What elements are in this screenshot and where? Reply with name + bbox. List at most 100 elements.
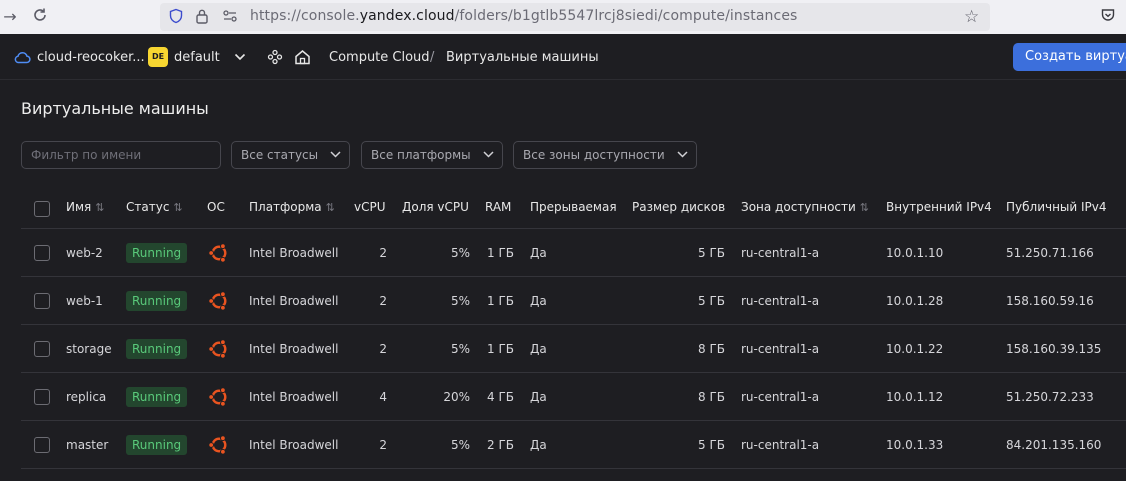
ram-cell: 4 ГБ [487,390,514,404]
chevron-down-icon [330,142,341,168]
forward-arrow-icon[interactable]: → [0,7,20,27]
status-badge: Running [126,387,188,407]
home-button[interactable] [294,34,311,80]
internal-ip-cell: 10.0.1.28 [886,294,944,308]
chevron-down-icon [234,53,245,61]
vcpu-cell: 2 [379,438,387,452]
table-row[interactable]: web-2 Running Intel Broadwell 2 5% 1 ГБ Да 5 ГБ… [21,229,1126,277]
disk-size-cell: 5 ГБ [698,294,725,308]
vm-name[interactable]: replica [66,373,106,421]
ubuntu-icon [208,338,230,360]
row-checkbox[interactable] [34,341,50,357]
vm-name[interactable]: web-1 [66,277,103,325]
reload-icon[interactable] [30,7,50,27]
sort-icon[interactable]: ⇅ [326,201,335,214]
col-preemptible: Прерываемая [530,200,617,214]
vcpu-cell: 2 [379,342,387,356]
table-row[interactable]: web-1 Running Intel Broadwell 2 5% 1 ГБ Да 5 ГБ… [21,277,1126,325]
public-ip-cell: 158.160.39.135 [1006,342,1102,356]
address-bar[interactable]: https://console.yandex.cloud/folders/b1g… [160,3,990,31]
col-public-ip: Публичный IPv4 [1006,200,1107,214]
table-row[interactable]: master Running Intel Broadwell 2 5% 2 ГБ Да 5 Г… [21,421,1126,469]
ram-cell: 1 ГБ [487,342,514,356]
platform-cell: Intel Broadwell [249,294,339,308]
folder-selector[interactable]: DE default [148,34,246,80]
row-checkbox[interactable] [34,437,50,453]
ram-cell: 1 ГБ [487,246,514,260]
vm-name[interactable]: master [66,421,108,469]
home-icon [295,50,310,65]
ubuntu-icon [208,434,230,456]
sort-icon[interactable]: ⇅ [95,201,104,214]
table-row[interactable]: replica Running Intel Broadwell 4 20% 4 ГБ Да 8… [21,373,1126,421]
cloud-selector[interactable]: cloud-reocoker... [13,34,145,80]
disk-size-cell: 5 ГБ [698,246,725,260]
vm-name[interactable]: storage [66,325,112,373]
sort-icon[interactable]: ⇅ [173,201,182,214]
ubuntu-icon [208,290,230,312]
vm-name[interactable]: web-2 [66,229,103,277]
platform-filter-label: Все платформы [371,148,471,162]
col-zone[interactable]: Зона доступности ⇅ [741,185,869,229]
chevron-down-icon [677,142,688,168]
vcpu-cell: 2 [379,246,387,260]
browser-toolbar: → https://console.yandex.cloud/folders/b… [0,0,1126,34]
zone-filter-label: Все зоны доступности [523,148,665,162]
public-ip-cell: 51.250.71.166 [1006,246,1094,260]
internal-ip-cell: 10.0.1.22 [886,342,944,356]
zone-cell: ru-central1-a [741,390,820,404]
create-vm-button[interactable]: Создать виртуальную машину [1013,43,1126,71]
preemptible-cell: Да [530,438,547,452]
app-header: cloud-reocoker... DE default Compute Clo… [0,34,1126,80]
permissions-icon[interactable] [221,8,239,26]
pocket-icon[interactable] [1098,7,1118,27]
col-vcpu: vCPU [354,200,386,214]
breadcrumb-service[interactable]: Compute Cloud [329,34,430,80]
status-badge: Running [126,291,188,311]
shield-icon[interactable] [167,8,185,26]
col-internal-ip: Внутренний IPv4 [886,200,992,214]
preemptible-cell: Да [530,342,547,356]
col-name[interactable]: Имя ⇅ [66,185,104,229]
disk-size-cell: 5 ГБ [698,438,725,452]
row-checkbox[interactable] [34,389,50,405]
table-header: Имя ⇅ Статус ⇅ ОС Платформа ⇅ vCPU Доля vCP… [21,185,1126,229]
platform-cell: Intel Broadwell [249,342,339,356]
preemptible-cell: Да [530,246,547,260]
status-cell: Running [126,277,188,325]
status-badge: Running [126,435,188,455]
row-checkbox[interactable] [34,245,50,261]
folder-badge: DE [148,47,168,67]
col-status[interactable]: Статус ⇅ [126,185,183,229]
sort-icon[interactable]: ⇅ [860,201,869,214]
services-grid-icon [267,49,283,65]
zone-filter-select[interactable]: Все зоны доступности [513,141,697,169]
name-filter-input[interactable] [21,141,221,169]
vcpu-share-cell: 5% [450,438,470,452]
internal-ip-cell: 10.0.1.12 [886,390,944,404]
status-cell: Running [126,325,188,373]
services-button[interactable] [267,34,283,80]
status-filter-select[interactable]: Все статусы [231,141,350,169]
ram-cell: 2 ГБ [487,438,514,452]
lock-icon[interactable] [193,8,211,26]
select-all-checkbox[interactable] [34,201,50,217]
public-ip-cell: 158.160.59.16 [1006,294,1094,308]
table-row[interactable]: storage Running Intel Broadwell 2 5% 1 ГБ Да 8 … [21,325,1126,373]
vcpu-cell: 4 [379,390,387,404]
vcpu-share-cell: 5% [450,246,470,260]
disk-size-cell: 8 ГБ [698,342,725,356]
row-checkbox[interactable] [34,293,50,309]
col-ram: RAM [485,200,512,214]
disk-size-cell: 8 ГБ [698,390,725,404]
url-text[interactable]: https://console.yandex.cloud/folders/b1g… [250,8,797,24]
status-badge: Running [126,243,188,263]
vcpu-share-cell: 5% [450,294,470,308]
bookmark-star-icon[interactable]: ☆ [964,7,979,27]
platform-cell: Intel Broadwell [249,390,339,404]
status-filter-label: Все статусы [241,148,319,162]
col-platform[interactable]: Платформа ⇅ [249,185,335,229]
ubuntu-icon [208,386,230,408]
platform-filter-select[interactable]: Все платформы [361,141,503,169]
public-ip-cell: 51.250.72.233 [1006,390,1094,404]
